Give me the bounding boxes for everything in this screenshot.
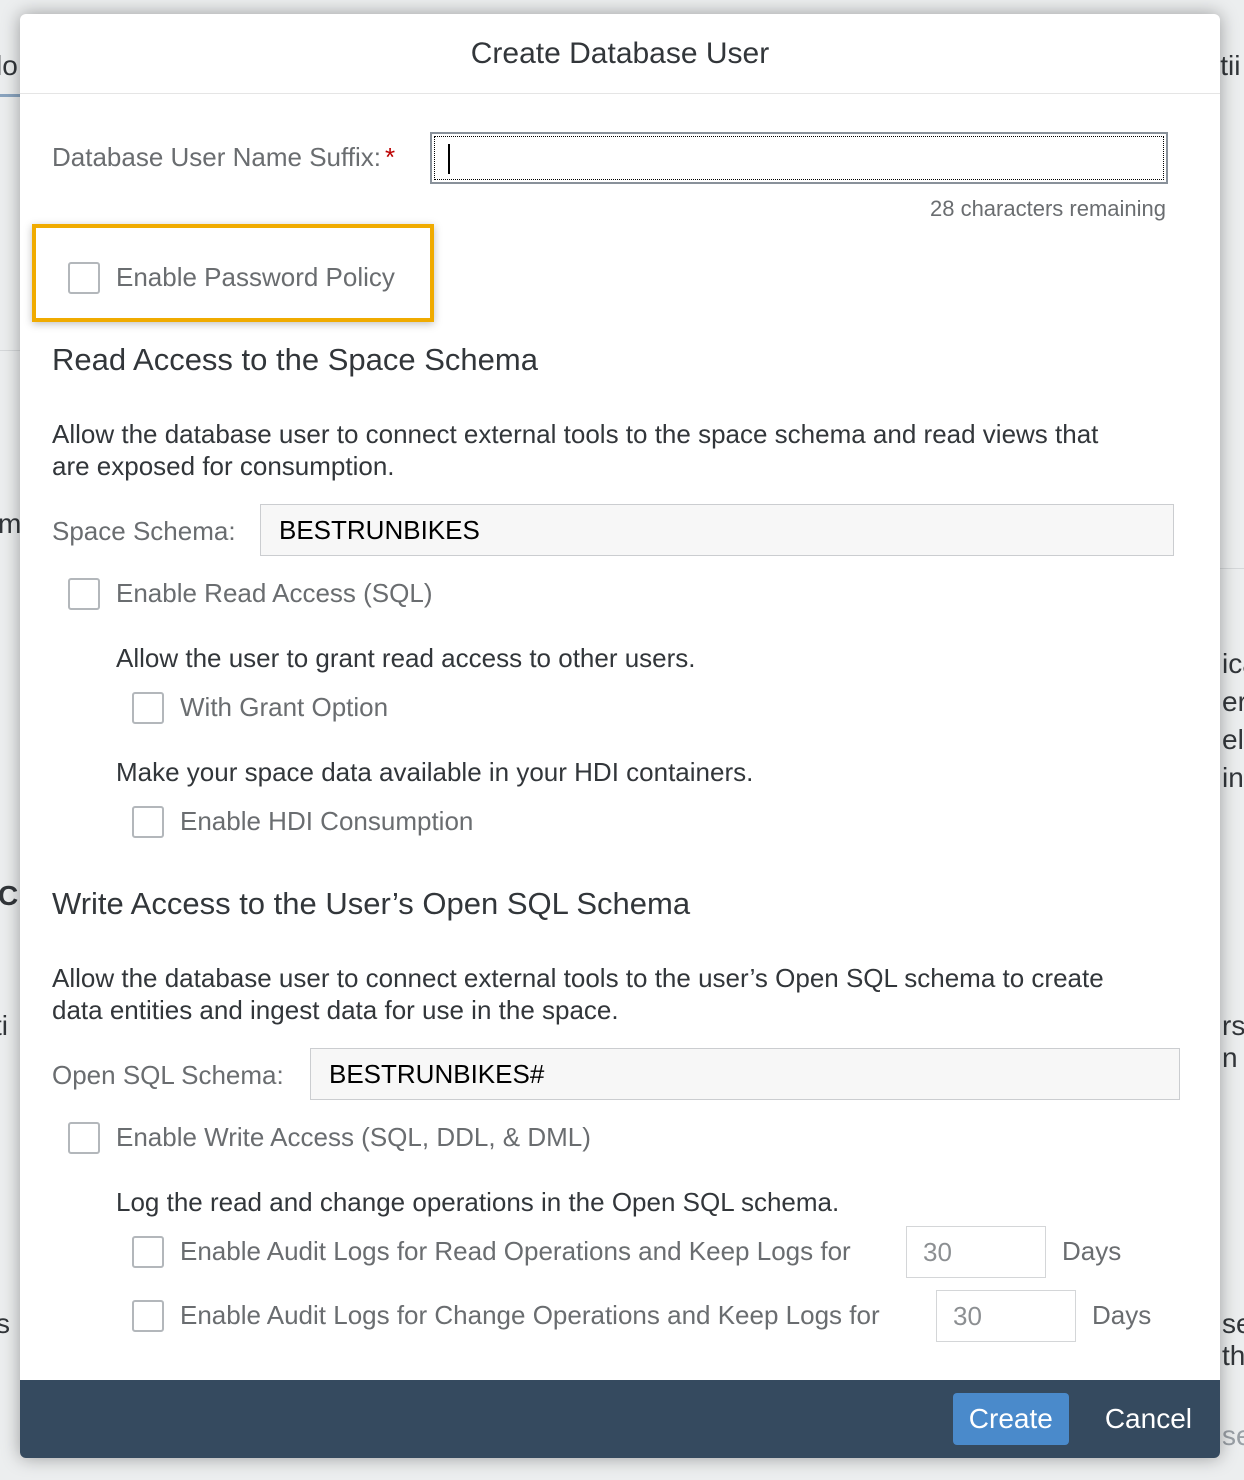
suffix-label: Database User Name Suffix: * — [52, 142, 395, 173]
background-text: rs — [1222, 1010, 1244, 1041]
audit-read-days-input[interactable]: 30 — [906, 1226, 1046, 1278]
dialog-title: Create Database User — [470, 36, 770, 70]
open-sql-schema-field: BESTRUNBIKES# — [310, 1048, 1180, 1100]
password-policy-checkbox[interactable] — [68, 262, 100, 294]
background-text: lo — [0, 50, 18, 81]
required-marker: * — [385, 142, 396, 172]
dialog-footer: Create Cancel — [20, 1380, 1220, 1458]
password-policy-label: Enable Password Policy — [116, 262, 395, 292]
background-text: s — [0, 1308, 10, 1339]
write-section-heading: Write Access to the User’s Open SQL Sche… — [52, 886, 691, 921]
audit-change-days-unit: Days — [1092, 1300, 1152, 1330]
enable-write-access-checkbox[interactable] — [68, 1122, 100, 1154]
audit-change-days-input[interactable]: 30 — [936, 1290, 1076, 1342]
enable-read-access-label: Enable Read Access (SQL) — [116, 578, 433, 608]
log-description: Log the read and change operations in th… — [116, 1187, 840, 1217]
background-text: se — [1222, 1308, 1244, 1339]
text-cursor — [448, 144, 450, 174]
dialog-header: Create Database User — [20, 14, 1220, 94]
audit-read-days-value: 30 — [923, 1236, 952, 1267]
audit-change-label: Enable Audit Logs for Change Operations … — [180, 1300, 880, 1330]
audit-read-label: Enable Audit Logs for Read Operations an… — [180, 1236, 851, 1266]
open-sql-schema-label: Open SQL Schema: — [52, 1060, 284, 1090]
background-divider — [0, 350, 20, 351]
space-schema-field: BESTRUNBIKES — [260, 504, 1174, 556]
open-sql-schema-value: BESTRUNBIKES# — [329, 1058, 545, 1089]
audit-change-checkbox[interactable] — [132, 1300, 164, 1332]
background-text: se — [1222, 1420, 1244, 1451]
background-text: ica — [1222, 648, 1244, 679]
background-text: ele — [1222, 724, 1244, 755]
with-grant-option-label: With Grant Option — [180, 692, 389, 722]
audit-read-checkbox[interactable] — [132, 1236, 164, 1268]
background-text: er — [1222, 686, 1244, 717]
audit-read-days-unit: Days — [1062, 1236, 1122, 1266]
grant-description: Allow the user to grant read access to o… — [116, 643, 696, 673]
background-text: C — [0, 880, 19, 911]
enable-read-access-checkbox[interactable] — [68, 578, 100, 610]
background-text: m — [0, 508, 22, 539]
read-description-line1: Allow the database user to connect exter… — [52, 419, 1099, 449]
background-text: n a — [1222, 1042, 1244, 1073]
read-description-line2: are exposed for consumption. — [52, 451, 395, 481]
hdi-description: Make your space data available in your H… — [116, 757, 754, 787]
enable-hdi-checkbox[interactable] — [132, 806, 164, 838]
space-schema-label: Space Schema: — [52, 516, 236, 546]
audit-change-days-value: 30 — [953, 1300, 982, 1331]
create-database-user-dialog: Create Database User Database User Name … — [20, 14, 1220, 1458]
enable-hdi-label: Enable HDI Consumption — [180, 806, 474, 836]
suffix-label-text: Database User Name Suffix: — [52, 142, 381, 172]
read-section-heading: Read Access to the Space Schema — [52, 342, 538, 377]
with-grant-option-checkbox[interactable] — [132, 692, 164, 724]
write-description-line2: data entities and ingest data for use in… — [52, 995, 619, 1025]
characters-remaining: 28 characters remaining — [929, 196, 1166, 221]
cancel-button[interactable]: Cancel — [1099, 1393, 1198, 1445]
background-text: ti — [0, 1010, 8, 1041]
background-text: th — [1222, 1340, 1244, 1371]
space-schema-value: BESTRUNBIKES — [279, 514, 480, 545]
write-description-line1: Allow the database user to connect exter… — [52, 963, 1104, 993]
create-button[interactable]: Create — [952, 1393, 1069, 1445]
background-divider — [1220, 568, 1244, 569]
enable-write-access-label: Enable Write Access (SQL, DDL, & DML) — [116, 1122, 591, 1152]
suffix-input[interactable] — [430, 132, 1168, 184]
background-text: in. — [1222, 762, 1244, 793]
background-tab-underline — [0, 94, 20, 97]
